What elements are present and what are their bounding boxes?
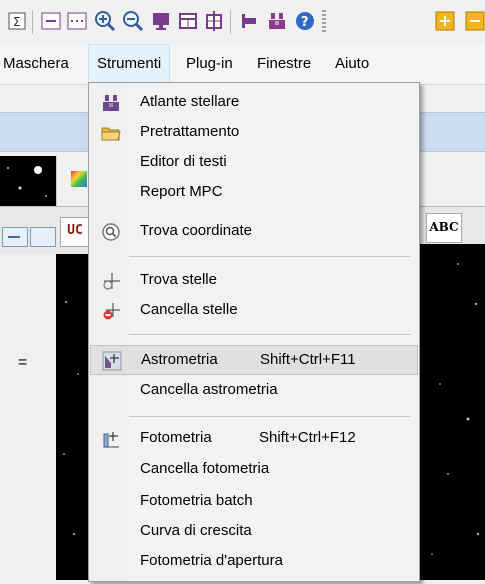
menu-aiuto[interactable]: Aiuto [327,44,377,84]
menu-item-curva-di-crescita[interactable]: Curva di crescita [90,517,418,547]
find-coordinates-icon [100,221,122,243]
delete-stars-icon [100,300,122,322]
equals-label: = [18,354,28,371]
folder-icon [100,122,122,144]
menu-bar: Maschera Strumenti Plug-in Finestre Aiut… [0,44,485,85]
star-atlas-icon [100,92,122,114]
menu-strumenti[interactable]: Strumenti [88,44,171,84]
menu-item-cancella-astrometria[interactable]: Cancella astrometria [90,376,418,406]
menu-item-cancella-fotometria[interactable]: Cancella fotometria [90,455,418,485]
strumenti-dropdown-menu: Atlante stellare Pretrattamento Editor d… [88,82,420,582]
menu-maschera[interactable]: Maschera [0,44,77,84]
color-palette-icon [71,171,87,187]
menu-item-report-mpc[interactable]: Report MPC [90,178,418,208]
image-tab-row: UC [0,206,90,255]
zoom-out-icon[interactable] [120,8,146,34]
menu-item-trova-coordinate[interactable]: Trova coordinate [90,217,418,247]
left-panel: = [0,254,56,580]
restore-button[interactable] [30,227,56,247]
menu-item-fotometria-batch[interactable]: Fotometria batch [90,487,418,517]
menu-finestre[interactable]: Finestre [249,44,319,84]
monitor-icon[interactable] [148,8,174,34]
image-canvas-right [418,244,485,580]
photometry-icon [100,428,122,450]
find-stars-icon [100,270,122,292]
image-canvas-left [56,254,88,580]
minus-icon[interactable] [462,8,485,34]
minimize-button[interactable] [2,227,28,247]
image-window-header [56,156,89,206]
menu-item-pretrattamento[interactable]: Pretrattamento [90,118,418,148]
dotted-window-icon[interactable] [64,8,90,34]
svg-text:Σ: Σ [13,15,21,29]
minimize-window-icon[interactable] [38,8,64,34]
menu-separator [129,256,411,257]
help-icon[interactable]: ? [292,8,318,34]
image-thumbnail[interactable] [0,156,56,206]
menu-separator [129,334,411,335]
tab-uc[interactable]: UC [60,217,90,247]
menu-item-astrometria[interactable]: Astrometria Shift+Ctrl+F11 [90,345,418,375]
star-chart-icon[interactable] [264,8,290,34]
svg-text:?: ? [301,15,309,30]
menu-separator [129,416,411,417]
menu-item-cancella-stelle[interactable]: Cancella stelle [90,296,418,326]
menu-item-trova-stelle[interactable]: Trova stelle [90,266,418,296]
zoom-in-icon[interactable] [92,8,118,34]
menu-item-editor-di-testi[interactable]: Editor di testi [90,148,418,178]
astrometry-icon [101,350,123,372]
add-icon[interactable] [432,8,458,34]
menu-plug-in[interactable]: Plug-in [178,44,241,84]
tile-windows-icon[interactable] [201,8,227,34]
toolbar: Σ ? [0,0,485,44]
menu-item-fotometria-apertura[interactable]: Fotometria d'apertura [90,547,418,577]
menu-item-fotometria[interactable]: Fotometria Shift+Ctrl+F12 [90,424,418,454]
right-tab-row: ABC [418,206,485,245]
align-icon[interactable] [236,8,262,34]
window-layout-icon[interactable] [175,8,201,34]
equals-sign-icon[interactable]: Σ [4,8,30,34]
tab-abc[interactable]: ABC [426,213,462,243]
right-header [418,156,485,206]
menu-item-atlante-stellare[interactable]: Atlante stellare [90,88,418,118]
